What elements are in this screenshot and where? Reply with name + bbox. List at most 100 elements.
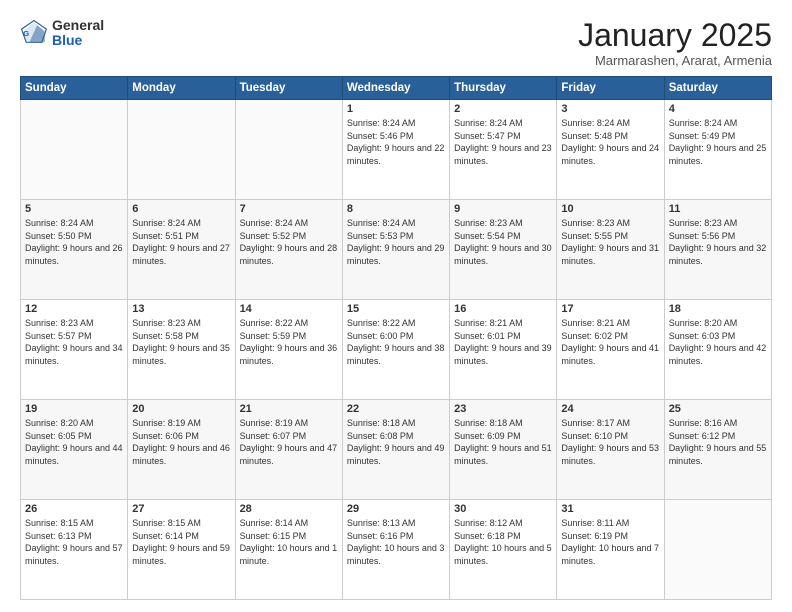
sunset-text: Sunset: 6:01 PM — [454, 330, 552, 343]
daylight-text: Daylight: 9 hours and 38 minutes. — [347, 342, 445, 367]
logo-text: General Blue — [52, 18, 104, 49]
location: Marmarashen, Ararat, Armenia — [578, 53, 772, 68]
weekday-header-wednesday: Wednesday — [342, 77, 449, 100]
day-info: Sunrise: 8:24 AMSunset: 5:51 PMDaylight:… — [132, 217, 230, 267]
day-cell-30: 30Sunrise: 8:12 AMSunset: 6:18 PMDayligh… — [450, 500, 557, 600]
sunset-text: Sunset: 6:02 PM — [561, 330, 659, 343]
header: G General Blue January 2025 Marmarashen,… — [20, 18, 772, 68]
sunrise-text: Sunrise: 8:24 AM — [240, 217, 338, 230]
sunset-text: Sunset: 6:03 PM — [669, 330, 767, 343]
day-info: Sunrise: 8:22 AMSunset: 5:59 PMDaylight:… — [240, 317, 338, 367]
daylight-text: Daylight: 9 hours and 34 minutes. — [25, 342, 123, 367]
calendar: SundayMondayTuesdayWednesdayThursdayFrid… — [20, 76, 772, 600]
daylight-text: Daylight: 9 hours and 22 minutes. — [347, 142, 445, 167]
day-cell-16: 16 Sunrise: 8:21 AMSunset: 6:01 PMDayligh… — [450, 300, 557, 400]
day-cell-26: 26Sunrise: 8:15 AMSunset: 6:13 PMDayligh… — [21, 500, 128, 600]
day-cell-23: 23Sunrise: 8:18 AMSunset: 6:09 PMDayligh… — [450, 400, 557, 500]
daylight-text: Daylight: 9 hours and 59 minutes. — [132, 542, 230, 567]
sunset-text: Sunset: 6:05 PM — [25, 430, 123, 443]
daylight-text: Daylight: 9 hours and 28 minutes. — [240, 242, 338, 267]
daylight-text: Daylight: 9 hours and 46 minutes. — [132, 442, 230, 467]
sunset-text: Sunset: 6:15 PM — [240, 530, 338, 543]
day-number: 24 — [561, 403, 659, 415]
day-info: Sunrise: 8:21 AMSunset: 6:02 PMDaylight:… — [561, 317, 659, 367]
title-block: January 2025 Marmarashen, Ararat, Armeni… — [578, 18, 772, 68]
day-cell-27: 27Sunrise: 8:15 AMSunset: 6:14 PMDayligh… — [128, 500, 235, 600]
weekday-header-row: SundayMondayTuesdayWednesdayThursdayFrid… — [21, 77, 772, 100]
week-row-3: 12Sunrise: 8:23 AMSunset: 5:57 PMDayligh… — [21, 300, 772, 400]
sunset-text: Sunset: 5:57 PM — [25, 330, 123, 343]
day-info: Sunrise: 8:12 AMSunset: 6:18 PMDaylight:… — [454, 517, 552, 567]
day-info: Sunrise: 8:23 AMSunset: 5:56 PMDaylight:… — [669, 217, 767, 267]
day-info: Sunrise: 8:24 AMSunset: 5:46 PMDaylight:… — [347, 117, 445, 167]
sunrise-text: Sunrise: 8:11 AM — [561, 517, 659, 530]
day-cell-20: 20Sunrise: 8:19 AMSunset: 6:06 PMDayligh… — [128, 400, 235, 500]
day-cell-18: 18 Sunrise: 8:20 AMSunset: 6:03 PMDayligh… — [664, 300, 771, 400]
day-cell-5: 5Sunrise: 8:24 AMSunset: 5:50 PMDaylight… — [21, 200, 128, 300]
day-info: Sunrise: 8:24 AMSunset: 5:48 PMDaylight:… — [561, 117, 659, 167]
month-title: January 2025 — [578, 18, 772, 53]
sunrise-text: Sunrise: 8:23 AM — [25, 317, 123, 330]
week-row-5: 26Sunrise: 8:15 AMSunset: 6:13 PMDayligh… — [21, 500, 772, 600]
sunset-text: Sunset: 5:46 PM — [347, 130, 445, 143]
day-number: 22 — [347, 403, 445, 415]
sunrise-text: Sunrise: 8:20 AM — [669, 317, 767, 330]
day-cell-22: 22Sunrise: 8:18 AMSunset: 6:08 PMDayligh… — [342, 400, 449, 500]
day-cell-24: 24Sunrise: 8:17 AMSunset: 6:10 PMDayligh… — [557, 400, 664, 500]
day-number: 21 — [240, 403, 338, 415]
daylight-text: Daylight: 9 hours and 32 minutes. — [669, 242, 767, 267]
day-info: Sunrise: 8:24 AMSunset: 5:53 PMDaylight:… — [347, 217, 445, 267]
day-number: 19 — [25, 403, 123, 415]
day-number: 4 — [669, 103, 767, 115]
day-number: 3 — [561, 103, 659, 115]
sunrise-text: Sunrise: 8:21 AM — [454, 317, 552, 330]
sunset-text: Sunset: 6:13 PM — [25, 530, 123, 543]
day-number: 16 — [454, 303, 552, 315]
day-cell-15: 15Sunrise: 8:22 AMSunset: 6:00 PMDayligh… — [342, 300, 449, 400]
day-cell-17: 17Sunrise: 8:21 AMSunset: 6:02 PMDayligh… — [557, 300, 664, 400]
day-cell-19: 19Sunrise: 8:20 AMSunset: 6:05 PMDayligh… — [21, 400, 128, 500]
day-cell-6: 6Sunrise: 8:24 AMSunset: 5:51 PMDaylight… — [128, 200, 235, 300]
sunset-text: Sunset: 5:59 PM — [240, 330, 338, 343]
day-number: 1 — [347, 103, 445, 115]
day-cell-21: 21Sunrise: 8:19 AMSunset: 6:07 PMDayligh… — [235, 400, 342, 500]
sunrise-text: Sunrise: 8:24 AM — [347, 117, 445, 130]
week-row-1: 1Sunrise: 8:24 AMSunset: 5:46 PMDaylight… — [21, 100, 772, 200]
daylight-text: Daylight: 9 hours and 27 minutes. — [132, 242, 230, 267]
sunrise-text: Sunrise: 8:12 AM — [454, 517, 552, 530]
daylight-text: Daylight: 9 hours and 25 minutes. — [669, 142, 767, 167]
day-info: Sunrise: 8:24 AMSunset: 5:49 PMDaylight:… — [669, 117, 767, 167]
sunrise-text: Sunrise: 8:23 AM — [132, 317, 230, 330]
sunrise-text: Sunrise: 8:23 AM — [454, 217, 552, 230]
day-number: 15 — [347, 303, 445, 315]
week-row-4: 19Sunrise: 8:20 AMSunset: 6:05 PMDayligh… — [21, 400, 772, 500]
sunrise-text: Sunrise: 8:22 AM — [347, 317, 445, 330]
day-info: Sunrise: 8:23 AMSunset: 5:55 PMDaylight:… — [561, 217, 659, 267]
weekday-header-tuesday: Tuesday — [235, 77, 342, 100]
day-cell-8: 8Sunrise: 8:24 AMSunset: 5:53 PMDaylight… — [342, 200, 449, 300]
daylight-text: Daylight: 9 hours and 42 minutes. — [669, 342, 767, 367]
sunset-text: Sunset: 6:10 PM — [561, 430, 659, 443]
day-cell-12: 12Sunrise: 8:23 AMSunset: 5:57 PMDayligh… — [21, 300, 128, 400]
day-cell-10: 10Sunrise: 8:23 AMSunset: 5:55 PMDayligh… — [557, 200, 664, 300]
day-info: Sunrise: 8:20 AMSunset: 6:03 PMDaylight:… — [669, 317, 767, 367]
day-cell-4: 4 Sunrise: 8:24 AMSunset: 5:49 PMDaylight… — [664, 100, 771, 200]
weekday-header-sunday: Sunday — [21, 77, 128, 100]
sunset-text: Sunset: 6:06 PM — [132, 430, 230, 443]
day-number: 7 — [240, 203, 338, 215]
day-cell-9: 9Sunrise: 8:23 AMSunset: 5:54 PMDaylight… — [450, 200, 557, 300]
weekday-header-thursday: Thursday — [450, 77, 557, 100]
day-info: Sunrise: 8:18 AMSunset: 6:09 PMDaylight:… — [454, 417, 552, 467]
day-info: Sunrise: 8:24 AMSunset: 5:47 PMDaylight:… — [454, 117, 552, 167]
day-cell-29: 29Sunrise: 8:13 AMSunset: 6:16 PMDayligh… — [342, 500, 449, 600]
daylight-text: Daylight: 9 hours and 39 minutes. — [454, 342, 552, 367]
day-info: Sunrise: 8:24 AMSunset: 5:52 PMDaylight:… — [240, 217, 338, 267]
logo: G General Blue — [20, 18, 104, 49]
day-info: Sunrise: 8:15 AMSunset: 6:14 PMDaylight:… — [132, 517, 230, 567]
logo-icon: G — [20, 19, 48, 47]
logo-blue: Blue — [52, 33, 104, 48]
day-cell-3: 3 Sunrise: 8:24 AMSunset: 5:48 PMDaylight… — [557, 100, 664, 200]
sunset-text: Sunset: 5:53 PM — [347, 230, 445, 243]
day-number: 18 — [669, 303, 767, 315]
sunrise-text: Sunrise: 8:15 AM — [25, 517, 123, 530]
